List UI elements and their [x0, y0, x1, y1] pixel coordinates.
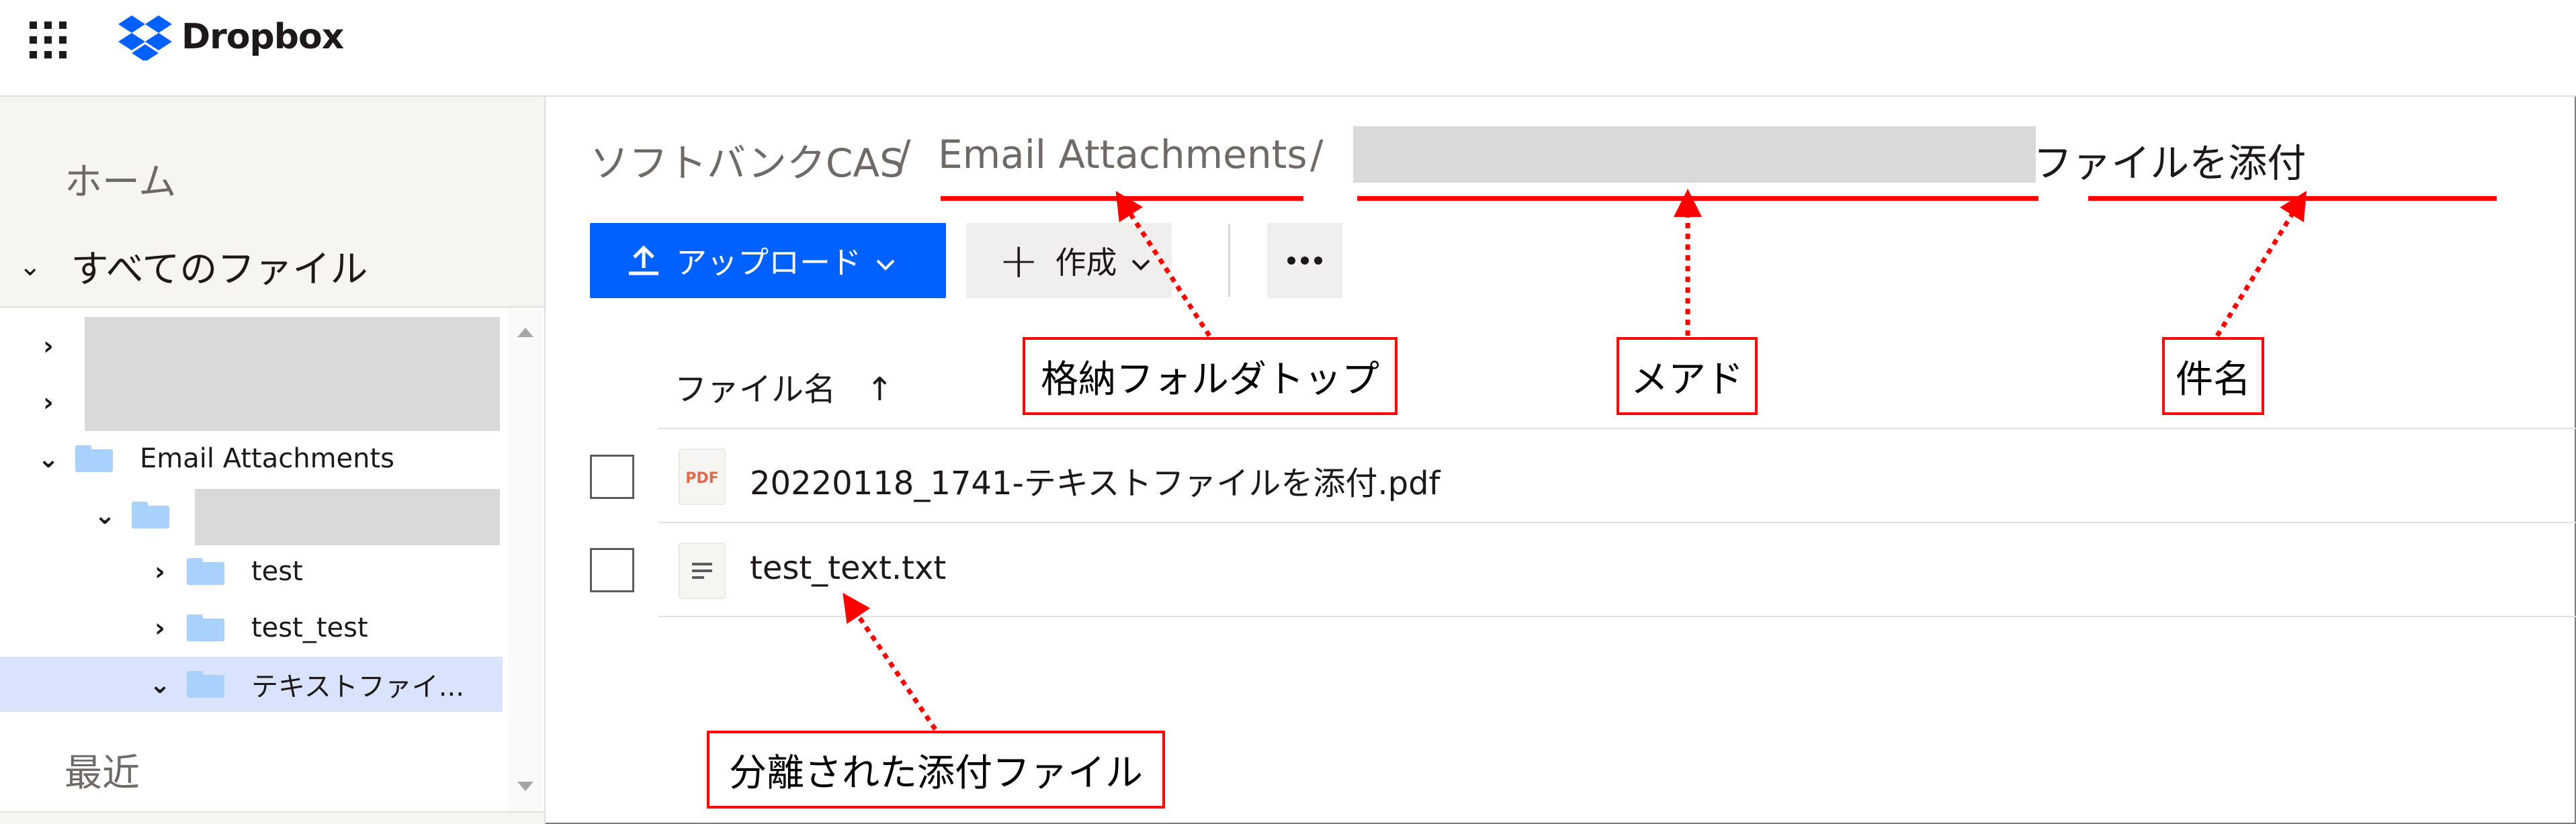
annotation-label-subject: 件名	[2162, 337, 2264, 415]
annotation-label-separated-attachment: 分離された添付ファイル	[707, 731, 1165, 809]
annotation-label-email: メアド	[1617, 337, 1758, 415]
annotation-label-top-folder: 格納フォルダトップ	[1023, 337, 1398, 415]
